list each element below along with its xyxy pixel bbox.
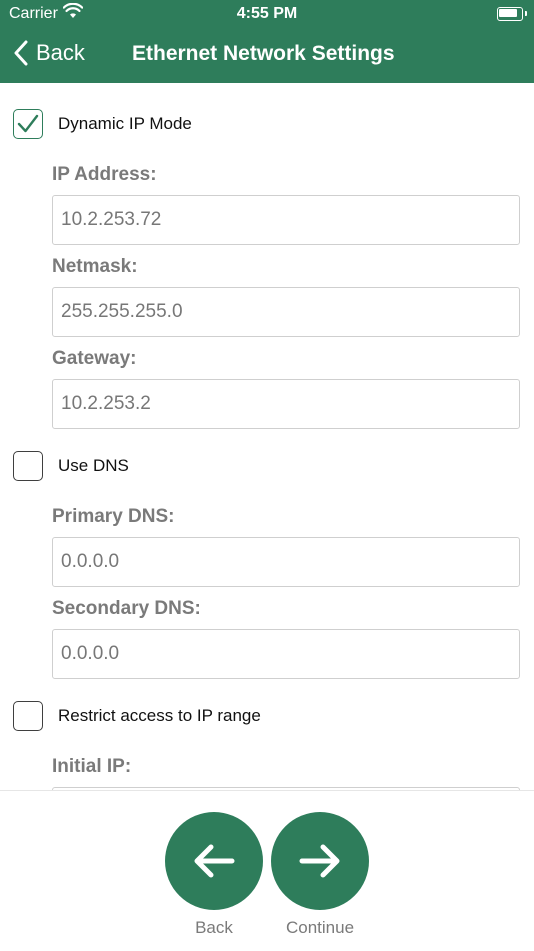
status-bar: Carrier 4:55 PM <box>0 0 534 28</box>
top-bar: Carrier 4:55 PM Back Ethernet Network Se… <box>0 0 534 83</box>
ip-address-label: IP Address: <box>52 164 157 185</box>
primary-dns-field[interactable] <box>52 537 520 587</box>
arrow-left-icon <box>194 844 235 878</box>
nav-back-button[interactable]: Back <box>14 40 85 66</box>
battery-icon <box>497 7 527 21</box>
netmask-label: Netmask: <box>52 256 138 277</box>
back-button[interactable] <box>165 812 263 910</box>
restrict-ip-row[interactable]: Restrict access to IP range <box>13 701 261 731</box>
settings-form[interactable]: Dynamic IP Mode IP Address: Netmask: Gat… <box>0 83 534 790</box>
initial-ip-label: Initial IP: <box>52 756 132 777</box>
page-title: Ethernet Network Settings <box>132 42 395 65</box>
secondary-dns-label: Secondary DNS: <box>52 598 201 619</box>
restrict-ip-checkbox[interactable] <box>13 701 43 731</box>
nav-back-label: Back <box>36 40 85 65</box>
status-time: 4:55 PM <box>236 5 298 22</box>
navigation-bar: Back Ethernet Network Settings <box>0 32 534 78</box>
arrow-right-icon <box>299 844 340 878</box>
gateway-label: Gateway: <box>52 348 137 369</box>
restrict-ip-label: Restrict access to IP range <box>58 706 261 725</box>
use-dns-label: Use DNS <box>58 456 129 475</box>
checkmark-icon <box>17 114 39 133</box>
gateway-field[interactable] <box>52 379 520 429</box>
continue-button[interactable] <box>271 812 369 910</box>
bottom-action-bar: Back Continue <box>0 790 534 951</box>
dynamic-ip-label: Dynamic IP Mode <box>58 114 192 133</box>
dynamic-ip-checkbox[interactable] <box>13 109 43 139</box>
chevron-left-icon <box>14 40 28 66</box>
continue-caption: Continue <box>285 918 355 937</box>
dynamic-ip-row[interactable]: Dynamic IP Mode <box>13 109 192 139</box>
ip-address-field[interactable] <box>52 195 520 245</box>
use-dns-row[interactable]: Use DNS <box>13 451 129 481</box>
use-dns-checkbox[interactable] <box>13 451 43 481</box>
back-caption: Back <box>195 918 233 937</box>
netmask-field[interactable] <box>52 287 520 337</box>
primary-dns-label: Primary DNS: <box>52 506 175 527</box>
secondary-dns-field[interactable] <box>52 629 520 679</box>
